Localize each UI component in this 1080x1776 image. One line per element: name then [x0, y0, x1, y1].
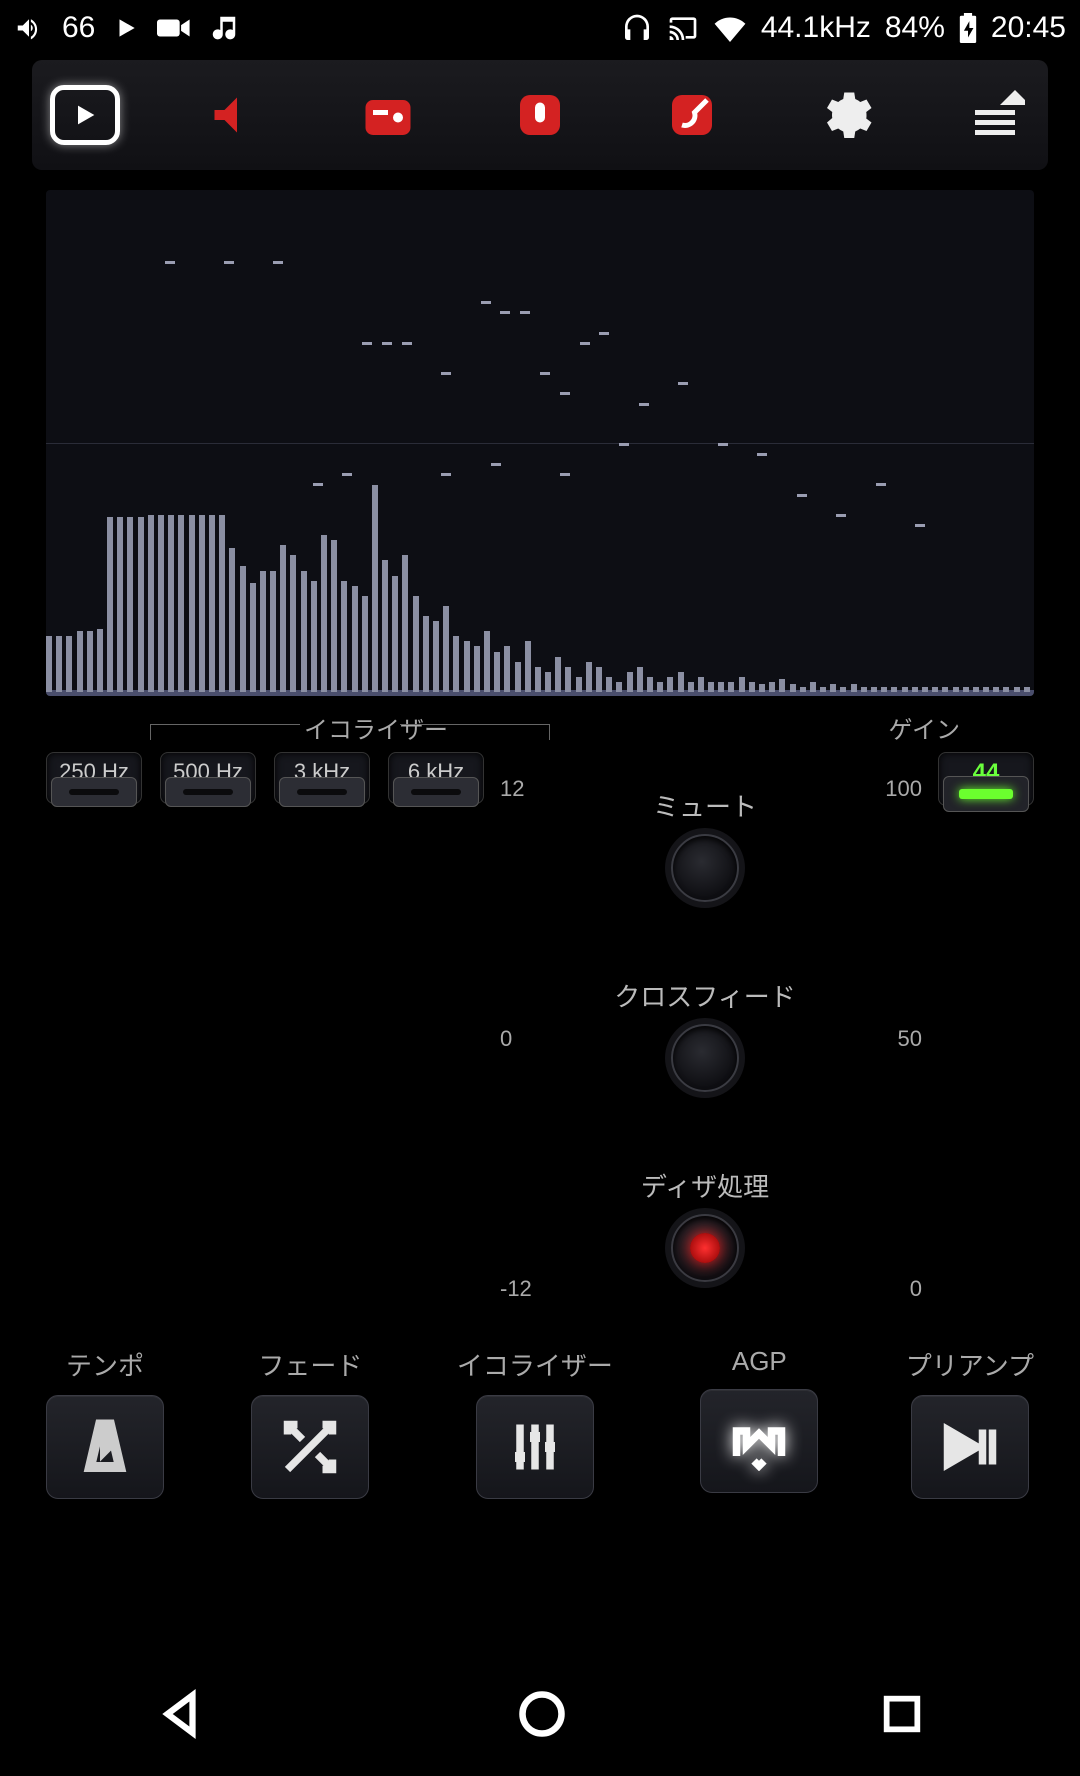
crossfeed-toggle[interactable]	[671, 1024, 739, 1092]
dither-toggle[interactable]	[671, 1214, 739, 1282]
eq-scale-max: 12	[500, 776, 534, 802]
sample-rate: 44.1kHz	[761, 11, 871, 45]
volume-icon	[14, 13, 44, 43]
section-titles: イコライザー ゲイン	[0, 710, 1080, 744]
wifi-icon	[713, 14, 747, 42]
gain-title: ゲイン	[888, 710, 960, 745]
home-button[interactable]	[516, 1688, 568, 1745]
music-icon	[209, 13, 239, 43]
mute-label: ミュート	[653, 787, 757, 824]
status-bar: 66 44.1kHz 84% 20:45	[0, 0, 1080, 56]
eq-cluster: 250 Hz 500 Hz 3 kHz 6 kHz	[46, 752, 484, 804]
recent-button[interactable]	[879, 1691, 925, 1742]
guitar-tab[interactable]	[657, 80, 727, 150]
spectrum-visualizer	[46, 190, 1034, 696]
bottom-label: プリアンプ	[906, 1346, 1034, 1383]
bottom-sliders-button[interactable]	[476, 1395, 594, 1499]
gain-scale: 100 50 0	[876, 752, 922, 1312]
battery-icon	[959, 13, 977, 43]
eq-band-3[interactable]: 6 kHz	[388, 752, 484, 804]
mic-tab[interactable]	[505, 80, 575, 150]
battery-percent: 84%	[885, 11, 945, 45]
video-icon	[157, 15, 191, 41]
gain-scale-mid: 50	[876, 1026, 922, 1052]
android-navigation	[0, 1656, 1080, 1776]
app-toolbar	[32, 60, 1048, 170]
bottom-agp-button[interactable]	[700, 1389, 818, 1493]
play-icon	[113, 15, 139, 41]
radio-tab[interactable]	[353, 80, 423, 150]
eq-scale-mid: 0	[500, 1026, 534, 1052]
toggle-column: ミュート クロスフィード ディザ処理	[550, 752, 860, 1312]
crossfeed-label: クロスフィード	[614, 977, 795, 1014]
equalizer-title: イコライザー	[304, 710, 448, 745]
bottom-label: イコライザー	[457, 1346, 613, 1383]
bottom-shuffle-button[interactable]	[251, 1395, 369, 1499]
eq-band-1[interactable]: 500 Hz	[160, 752, 256, 804]
bottom-preamp-button[interactable]	[911, 1395, 1029, 1499]
gain-scale-max: 100	[876, 776, 922, 802]
eq-band-0[interactable]: 250 Hz	[46, 752, 142, 804]
controls-row: 250 Hz 500 Hz 3 kHz 6 kHz 12 0 -12 ミュート クロス…	[46, 752, 1034, 1312]
bottom-metronome-button[interactable]	[46, 1395, 164, 1499]
eq-scale: 12 0 -12	[500, 752, 534, 1312]
dither-label: ディザ処理	[641, 1167, 769, 1204]
clock: 20:45	[991, 11, 1066, 45]
speaker-tab[interactable]	[202, 80, 272, 150]
bottom-label: AGP	[732, 1346, 787, 1377]
bottom-button-row: テンポ フェード イコライザー AGP プリアンプ	[46, 1346, 1034, 1499]
cast-icon	[667, 12, 699, 44]
volume-level: 66	[62, 11, 95, 45]
mute-toggle[interactable]	[671, 834, 739, 902]
back-button[interactable]	[155, 1689, 205, 1744]
gain-slider[interactable]: 44	[938, 752, 1034, 806]
menu-button[interactable]	[960, 80, 1030, 150]
gain-scale-min: 0	[876, 1276, 922, 1302]
headphones-icon	[621, 12, 653, 44]
eq-band-2[interactable]: 3 kHz	[274, 752, 370, 804]
bottom-label: フェード	[258, 1346, 362, 1383]
playback-tab[interactable]	[50, 80, 120, 150]
eq-scale-min: -12	[500, 1276, 534, 1302]
bottom-label: テンポ	[66, 1346, 144, 1383]
settings-button[interactable]	[808, 80, 878, 150]
